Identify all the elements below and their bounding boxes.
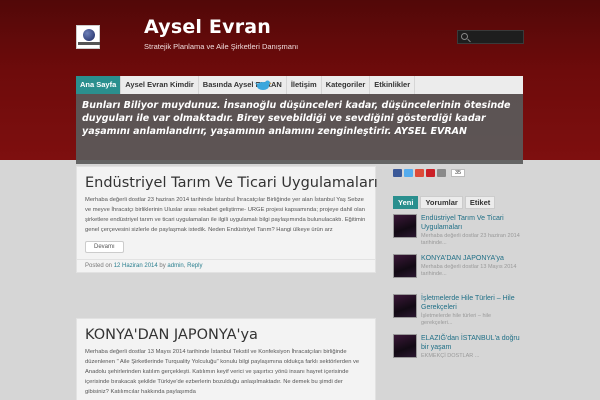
tab-yorumlar[interactable]: Yorumlar: [420, 196, 463, 209]
post-title[interactable]: KONYA'DAN JAPONYA'ya: [77, 319, 375, 347]
read-more-button[interactable]: Devamı: [85, 241, 124, 253]
post-thumbnail[interactable]: [393, 254, 417, 278]
sidebar-tabs: Yeni Yorumlar Etiket: [393, 196, 523, 209]
share-facebook-icon[interactable]: [393, 168, 402, 177]
site-logo[interactable]: [76, 25, 100, 49]
nav-item-aysel-evran-kimdir[interactable]: Aysel Evran Kimdir: [121, 76, 199, 94]
post-excerpt: Merhaba değerli dostlar 23 haziran 2014 …: [85, 197, 366, 233]
share-googleplus-icon[interactable]: [415, 168, 424, 177]
share-twitter-icon[interactable]: [404, 168, 413, 177]
share-more-icon[interactable]: [437, 168, 446, 177]
post-thumbnail[interactable]: [393, 334, 417, 358]
sidebar-item-title[interactable]: İşletmelerde Hile Türleri – Hile Gerekçe…: [421, 294, 521, 312]
nav-item-iletisim[interactable]: İletişim: [287, 76, 322, 94]
sidebar-item-title[interactable]: KONYA'DAN JAPONYA'ya: [421, 254, 521, 263]
post-meta-by: by: [159, 263, 166, 269]
nav-item-basinda[interactable]: Basında Aysel EVRAN: [199, 76, 287, 94]
post-title[interactable]: Endüstriyel Tarım Ve Ticari Uygulamaları: [77, 167, 378, 195]
post-reply-link[interactable]: Reply: [187, 263, 202, 269]
post-card: Endüstriyel Tarım Ve Ticari Uygulamaları…: [76, 166, 378, 273]
twitter-bird-icon: [254, 80, 272, 90]
search-input[interactable]: [471, 31, 523, 43]
post-meta-prefix: Posted on: [85, 263, 113, 269]
main-navigation: Ana Sayfa Aysel Evran Kimdir Basında Ays…: [76, 76, 523, 94]
quote-banner: Bunları Biliyor muydunuz. İnsanoğlu düşü…: [76, 94, 523, 164]
sidebar-item-snippet: İşletmelerde hile türleri – hile gerekçe…: [421, 313, 492, 326]
sidebar-item-title[interactable]: Endüstriyel Tarım Ve Ticari Uygulamaları: [421, 214, 521, 232]
nav-item-ana-sayfa[interactable]: Ana Sayfa: [76, 76, 122, 94]
post-meta: Posted on 12 Haziran 2014 by admin, Repl…: [77, 259, 375, 272]
sidebar-list-item[interactable]: Endüstriyel Tarım Ve Ticari Uygulamaları…: [393, 210, 523, 250]
sidebar-item-snippet: Merhaba değerli dostlar 13 Mayıs 2014 ta…: [421, 264, 517, 277]
logo-caption: [78, 42, 100, 45]
sidebar-recent-posts: Endüstriyel Tarım Ve Ticari Uygulamaları…: [393, 210, 523, 370]
post-date-link[interactable]: 12 Haziran 2014: [114, 263, 158, 269]
sidebar-item-snippet: Merhaba değerli dostlar 23 haziran 2014 …: [421, 233, 520, 246]
site-description: Stratejik Planlama ve Aile Şirketleri Da…: [144, 42, 299, 51]
sidebar-item-title[interactable]: ELAZIĞ'dan İSTANBUL'a doğru bir yaşam: [421, 334, 521, 352]
logo-globe-icon: [83, 29, 95, 41]
nav-item-kategoriler[interactable]: Kategoriler: [322, 76, 371, 94]
banner-text: Bunları Biliyor muydunuz. İnsanoğlu düşü…: [82, 100, 511, 137]
tab-yeni[interactable]: Yeni: [393, 196, 419, 209]
sidebar-list-item[interactable]: İşletmelerde Hile Türleri – Hile Gerekçe…: [393, 290, 523, 330]
tab-etiket[interactable]: Etiket: [464, 196, 496, 209]
site-title[interactable]: Aysel Evran: [144, 16, 271, 38]
share-pinterest-icon[interactable]: [426, 168, 435, 177]
social-share-bar: 35: [393, 168, 466, 177]
post-excerpt: Merhaba değerli dostlar 13 Mayıs 2014 ta…: [85, 349, 360, 395]
share-count: 35: [451, 168, 466, 177]
post-thumbnail[interactable]: [393, 294, 417, 318]
nav-item-etkinlikler[interactable]: Etkinlikler: [370, 76, 416, 94]
post-author-link[interactable]: admin: [167, 263, 183, 269]
sidebar-list-item[interactable]: ELAZIĞ'dan İSTANBUL'a doğru bir yaşam EK…: [393, 330, 523, 370]
post-thumbnail[interactable]: [393, 214, 417, 238]
post-card: KONYA'DAN JAPONYA'ya Merhaba değerli dos…: [76, 318, 376, 400]
search-icon[interactable]: [461, 33, 468, 40]
sidebar-item-snippet: EKMEKÇİ DOSTLAR ...: [421, 353, 480, 359]
search-box[interactable]: [457, 30, 524, 44]
sidebar-list-item[interactable]: KONYA'DAN JAPONYA'ya Merhaba değerli dos…: [393, 250, 523, 290]
